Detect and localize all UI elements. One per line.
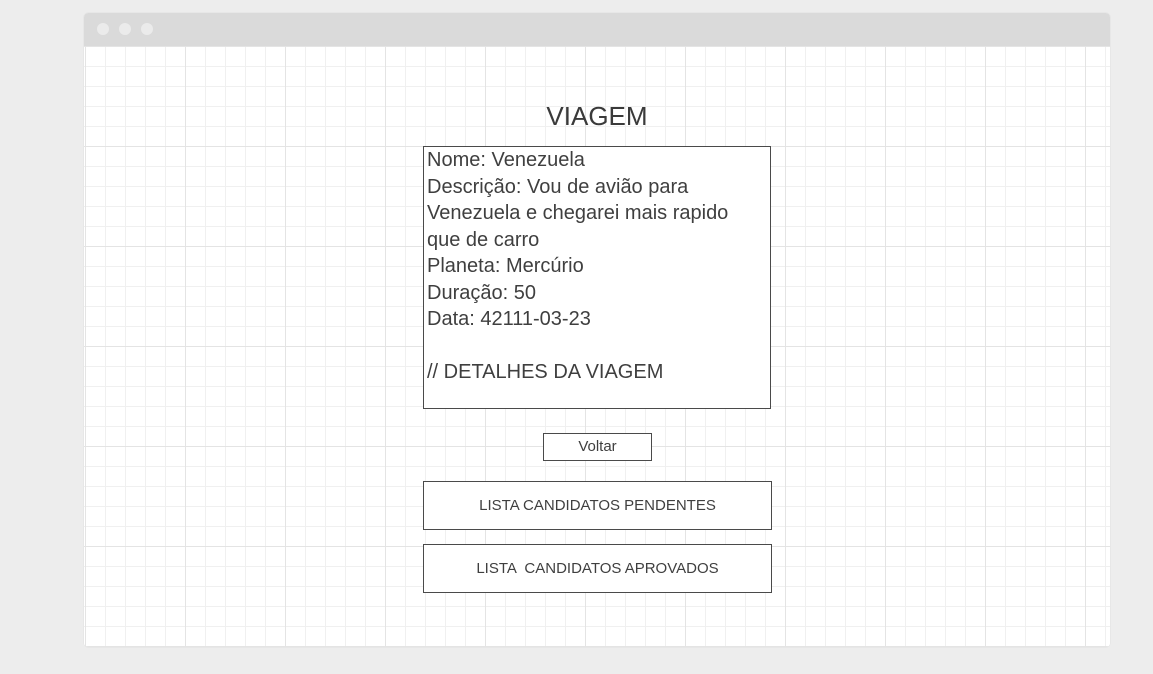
window-titlebar <box>84 13 1110 46</box>
window-close-dot[interactable] <box>97 23 109 35</box>
pending-candidates-button[interactable]: LISTA CANDIDATOS PENDENTES <box>423 481 772 530</box>
window-maximize-dot[interactable] <box>141 23 153 35</box>
trip-description-line-2: Venezuela e chegarei mais rapido <box>427 202 729 224</box>
window-minimize-dot[interactable] <box>119 23 131 35</box>
trip-details-box: Nome: Venezuela Descrição: Vou de avião … <box>423 146 771 409</box>
back-button[interactable]: Voltar <box>543 433 652 461</box>
trip-duration-line: Duração: 50 <box>427 281 536 304</box>
trip-name-line: Nome: Venezuela <box>427 149 585 171</box>
trip-date-line: Data: 42111-03-23 <box>427 308 591 330</box>
trip-description-line-1: Descrição: Vou de avião para <box>427 175 689 198</box>
trip-description-line-3: que de carro <box>427 228 540 251</box>
trip-planet-line: Planeta: Mercúrio <box>427 255 584 277</box>
approved-candidates-button[interactable]: LISTA CANDIDATOS APROVADOS <box>423 544 772 593</box>
trip-details-note: // DETALHES DA VIAGEM <box>427 360 664 383</box>
page-title: VIAGEM <box>546 101 648 131</box>
details-spacer <box>424 333 770 359</box>
